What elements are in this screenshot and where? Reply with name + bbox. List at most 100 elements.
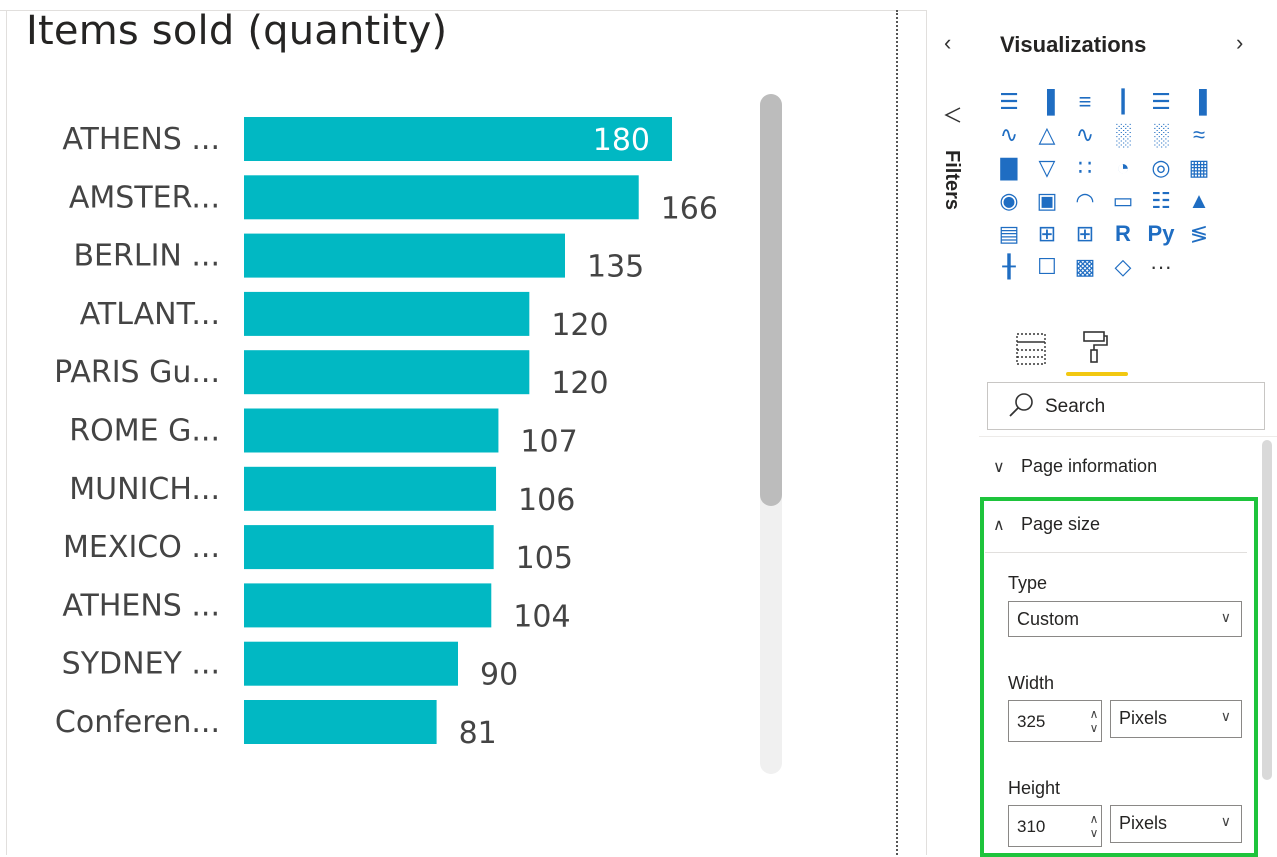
format-paint-roller-icon[interactable] [1082, 330, 1108, 371]
data-label: 166 [661, 191, 718, 226]
category-label: PARIS Gu... [54, 355, 220, 390]
section-label: Page information [1021, 456, 1158, 476]
clustered-column-icon[interactable]: ┃ [1108, 88, 1138, 116]
scatter-icon[interactable]: ∷ [1070, 154, 1100, 182]
card-icon[interactable]: ▭ [1108, 187, 1138, 215]
data-label: 90 [480, 658, 518, 693]
filters-pane-collapsed[interactable] [926, 10, 980, 855]
stacked-column-icon[interactable]: ▐ [1032, 88, 1062, 116]
category-label: MUNICH... [69, 472, 220, 507]
bar[interactable] [244, 408, 499, 453]
data-label: 106 [518, 483, 575, 518]
fields-tab-icon[interactable] [1016, 332, 1046, 366]
decomposition-tree-icon[interactable]: ╂ [994, 253, 1024, 281]
pane-scrollbar[interactable] [1262, 440, 1272, 780]
chevron-down-icon: ∨ [1220, 609, 1231, 625]
slicer-icon[interactable]: ▤ [994, 220, 1024, 248]
data-label: 120 [551, 366, 608, 401]
width-label: Width [1008, 673, 1055, 693]
category-label: ROME G... [69, 414, 220, 449]
chart-scroll-thumb[interactable] [760, 94, 782, 506]
bar[interactable] [244, 175, 639, 220]
page-boundary [896, 10, 898, 855]
bar[interactable] [244, 233, 565, 278]
category-label: BERLIN ... [73, 239, 220, 274]
line-clustered-column-icon[interactable]: ░ [1108, 121, 1138, 149]
gauge-icon[interactable]: ◠ [1070, 187, 1100, 215]
bar[interactable] [244, 700, 437, 744]
bar[interactable] [244, 525, 494, 570]
bar[interactable] [244, 466, 497, 511]
search-icon [1006, 390, 1036, 420]
100-stacked-bar-icon[interactable]: ☰ [1146, 88, 1176, 116]
category-label: ATHENS ... [62, 122, 220, 157]
donut-icon[interactable]: ◎ [1146, 154, 1176, 182]
qa-icon[interactable]: ☐ [1032, 253, 1062, 281]
line-chart-icon[interactable]: ∿ [994, 121, 1024, 149]
height-unit-dropdown[interactable]: Pixels ∨ [1110, 805, 1242, 843]
data-label: 105 [516, 541, 573, 576]
bar[interactable] [244, 641, 458, 686]
expand-right-icon[interactable]: › [1236, 30, 1243, 56]
waterfall-icon[interactable]: ▇ [994, 154, 1024, 182]
matrix-icon[interactable]: ⊞ [1070, 220, 1100, 248]
section-divider [985, 552, 1247, 553]
section-page-information[interactable]: ∨ Page information [993, 456, 1157, 477]
ribbon-chart-icon[interactable]: ≈ [1184, 121, 1214, 149]
area-chart-icon[interactable]: △ [1032, 121, 1062, 149]
100-stacked-column-icon[interactable]: ▐ [1184, 88, 1214, 116]
category-label: Conferen... [55, 705, 220, 740]
map-icon[interactable]: ◉ [994, 187, 1024, 215]
spinner-icon[interactable]: ∧ ∨ [1087, 806, 1101, 846]
section-page-size[interactable]: ∧ Page size [993, 514, 1100, 535]
kpi-icon[interactable]: ▲ [1184, 187, 1214, 215]
line-stacked-column-icon[interactable]: ░ [1146, 121, 1176, 149]
r-visual-icon[interactable]: R [1108, 220, 1138, 248]
data-label: 81 [459, 716, 497, 751]
chart-title: Items sold (quantity) [26, 8, 448, 54]
pie-icon[interactable]: ◔ [1108, 154, 1138, 182]
more-visuals-icon[interactable]: ··· [1146, 253, 1176, 281]
filters-label[interactable]: Filters [940, 150, 963, 210]
data-label: 135 [587, 250, 644, 285]
width-unit-dropdown[interactable]: Pixels ∨ [1110, 700, 1242, 738]
collapse-left-icon[interactable]: ‹ [944, 30, 951, 56]
table-icon[interactable]: ⊞ [1032, 220, 1062, 248]
chevron-up-icon: ∧ [993, 516, 1005, 534]
section-label: Page size [1021, 514, 1101, 534]
type-label: Type [1008, 573, 1048, 593]
power-apps-icon[interactable]: ◇ [1108, 253, 1138, 281]
key-influencers-icon[interactable]: ≶ [1184, 220, 1214, 248]
height-label: Height [1008, 778, 1061, 798]
stacked-area-icon[interactable]: ∿ [1070, 121, 1100, 149]
data-label: 104 [513, 599, 570, 634]
funnel-icon[interactable]: ▽ [1032, 154, 1062, 182]
data-label: 107 [520, 425, 577, 460]
type-value: Custom [1017, 609, 1080, 629]
filter-icon[interactable] [944, 106, 962, 129]
height-value: 310 [1017, 817, 1046, 836]
data-label: 120 [551, 308, 608, 343]
bar[interactable] [244, 350, 530, 395]
width-input[interactable]: 325 ∧ ∨ [1008, 700, 1102, 742]
type-dropdown[interactable]: Custom ∨ [1008, 601, 1242, 637]
height-unit-value: Pixels [1119, 813, 1168, 833]
stacked-bar-icon[interactable]: ☰ [994, 88, 1024, 116]
category-label: ATLANT... [80, 297, 220, 332]
bar[interactable] [244, 291, 530, 336]
treemap-icon[interactable]: ▦ [1184, 154, 1214, 182]
category-label: MEXICO ... [63, 530, 220, 565]
bar-chart[interactable]: ATHENS ... 180 AMSTER... 166 BERLIN ... 135 AT… [0, 90, 760, 770]
filled-map-icon[interactable]: ▣ [1032, 187, 1062, 215]
chevron-down-icon: ∨ [1220, 813, 1231, 829]
arcgis-icon[interactable]: ▩ [1070, 253, 1100, 281]
clustered-bar-icon[interactable]: ≡ [1070, 88, 1100, 116]
multirow-card-icon[interactable]: ☷ [1146, 187, 1176, 215]
height-input[interactable]: 310 ∧ ∨ [1008, 805, 1102, 847]
bar[interactable] [244, 583, 492, 628]
spinner-icon[interactable]: ∧ ∨ [1087, 701, 1101, 741]
chevron-down-icon: ∨ [993, 458, 1005, 476]
visualizations-title: Visualizations [1000, 32, 1147, 57]
search-placeholder: Search [1045, 396, 1106, 417]
python-visual-icon[interactable]: Py [1146, 220, 1176, 248]
